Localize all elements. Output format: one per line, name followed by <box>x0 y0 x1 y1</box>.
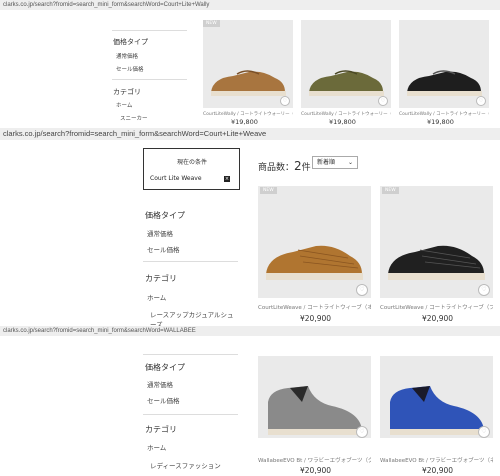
shoe-image <box>388 245 485 280</box>
sort-value: 新着順 <box>317 159 336 166</box>
product-name[interactable]: CourtLiteWeave / コートライトウィーブ（ブラ... <box>380 303 493 311</box>
current-filter-title: 現在の条件 <box>177 159 208 166</box>
category-home-link[interactable]: ホーム <box>147 442 166 452</box>
product-image[interactable]: NEW ♡ <box>258 186 371 298</box>
new-badge: NEW <box>260 187 277 194</box>
price-type-heading: 価格タイプ <box>145 211 185 220</box>
divider <box>112 79 187 80</box>
category-ladies-link[interactable]: レディースファッション <box>150 460 221 470</box>
category-heading: カテゴリ <box>113 88 141 96</box>
current-filter-box <box>143 148 240 190</box>
product-price: ¥20,900 <box>300 314 332 323</box>
product-price: ¥20,900 <box>422 466 454 475</box>
product-name[interactable]: CourtLiteWeave / コートライトウィーブ（オー... <box>258 303 371 311</box>
product-card[interactable]: NEW ♡ CourtLiteWally / コートライトウォーリー（ダ... … <box>203 20 293 128</box>
url-bar[interactable]: clarks.co.jp/search?fromid=search_mini_f… <box>0 0 500 10</box>
divider <box>143 261 238 262</box>
favorite-heart-icon[interactable]: ♡ <box>280 96 290 106</box>
divider <box>112 30 187 31</box>
chevron-down-icon: ⌄ <box>347 159 353 166</box>
product-name[interactable]: WallabeeEVO Bt / ワラビーエヴォブーツ（グレ... <box>258 456 371 464</box>
product-card[interactable]: ♡ WallabeeEVO Bt / ワラビーエヴォブーツ（ネイ... ¥20,… <box>380 356 493 476</box>
product-image[interactable]: ♡ <box>301 20 391 108</box>
product-name[interactable]: CourtLiteWally / コートライトウォーリー（オ... <box>301 111 391 117</box>
remove-filter-icon[interactable]: × <box>224 176 230 182</box>
new-badge: NEW <box>203 20 220 27</box>
product-price: ¥19,800 <box>427 118 454 126</box>
new-badge: NEW <box>382 187 399 194</box>
favorite-heart-icon[interactable]: ♡ <box>478 426 490 438</box>
product-image[interactable]: ♡ <box>399 20 489 108</box>
category-lace-up-link[interactable]: レースアップカジュアルシューズ <box>150 309 240 326</box>
shoe-image <box>407 70 482 96</box>
product-card[interactable]: NEW ♡ CourtLiteWeave / コートライトウィーブ（オー... … <box>258 186 371 326</box>
category-heading: カテゴリ <box>145 425 177 434</box>
panel-wallabee: clarks.co.jp/search?fromid=search_mini_f… <box>0 326 500 476</box>
favorite-heart-icon[interactable]: ♡ <box>478 284 490 296</box>
price-type-heading: 価格タイプ <box>145 363 185 372</box>
category-heading: カテゴリ <box>145 274 177 283</box>
regular-price-link[interactable]: 通常価格 <box>147 379 173 389</box>
favorite-heart-icon[interactable]: ♡ <box>378 96 388 106</box>
sale-price-link[interactable]: セール価格 <box>116 65 144 73</box>
boot-image <box>390 386 485 435</box>
shoe-image <box>266 245 363 280</box>
product-name[interactable]: CourtLiteWally / コートライトウォーリー（ブ... <box>399 111 489 117</box>
product-name[interactable]: CourtLiteWally / コートライトウォーリー（ダ... <box>203 111 293 117</box>
price-type-heading: 価格タイプ <box>113 38 148 46</box>
count-suffix: 件 <box>301 163 311 173</box>
product-card[interactable]: ♡ CourtLiteWally / コートライトウォーリー（オ... ¥19,… <box>301 20 391 128</box>
sale-price-link[interactable]: セール価格 <box>147 244 180 254</box>
category-home-link[interactable]: ホーム <box>147 292 166 302</box>
product-price: ¥20,900 <box>422 314 454 323</box>
panel-weave: clarks.co.jp/search?fromid=search_mini_f… <box>0 128 500 326</box>
boot-image <box>268 386 363 435</box>
product-card[interactable]: ♡ CourtLiteWally / コートライトウォーリー（ブ... ¥19,… <box>399 20 489 128</box>
product-image[interactable]: NEW ♡ <box>380 186 493 298</box>
shoe-image <box>309 70 384 96</box>
count-value: 2 <box>294 159 302 173</box>
result-count: 商品数：2件 <box>258 159 311 173</box>
filter-tag-label: Court Lite Weave <box>150 175 202 182</box>
product-image[interactable]: NEW ♡ <box>203 20 293 108</box>
favorite-heart-icon[interactable]: ♡ <box>356 426 368 438</box>
divider <box>143 354 238 355</box>
product-card[interactable]: NEW ♡ CourtLiteWeave / コートライトウィーブ（ブラ... … <box>380 186 493 326</box>
sale-price-link[interactable]: セール価格 <box>147 395 180 405</box>
category-home-link[interactable]: ホーム <box>116 101 132 109</box>
category-sneaker-link[interactable]: スニーカー <box>120 114 148 122</box>
product-price: ¥19,800 <box>231 118 258 126</box>
regular-price-link[interactable]: 通常価格 <box>147 228 173 238</box>
product-image[interactable]: ♡ <box>380 356 493 438</box>
regular-price-link[interactable]: 通常価格 <box>116 52 138 60</box>
sort-select[interactable]: 新着順 ⌄ <box>312 156 358 169</box>
favorite-heart-icon[interactable]: ♡ <box>356 284 368 296</box>
url-bar[interactable]: clarks.co.jp/search?fromid=search_mini_f… <box>0 326 500 336</box>
divider <box>143 414 238 415</box>
count-prefix: 商品数： <box>258 163 295 173</box>
product-price: ¥20,900 <box>300 466 332 475</box>
product-card[interactable]: ♡ WallabeeEVO Bt / ワラビーエヴォブーツ（グレ... ¥20,… <box>258 356 371 476</box>
favorite-heart-icon[interactable]: ♡ <box>476 96 486 106</box>
shoe-image <box>211 70 286 96</box>
product-image[interactable]: ♡ <box>258 356 371 438</box>
url-bar[interactable]: clarks.co.jp/search?fromid=search_mini_f… <box>0 128 500 140</box>
product-name[interactable]: WallabeeEVO Bt / ワラビーエヴォブーツ（ネイ... <box>380 456 493 464</box>
product-price: ¥19,800 <box>329 118 356 126</box>
panel-wally: clarks.co.jp/search?fromid=search_mini_f… <box>0 0 500 128</box>
